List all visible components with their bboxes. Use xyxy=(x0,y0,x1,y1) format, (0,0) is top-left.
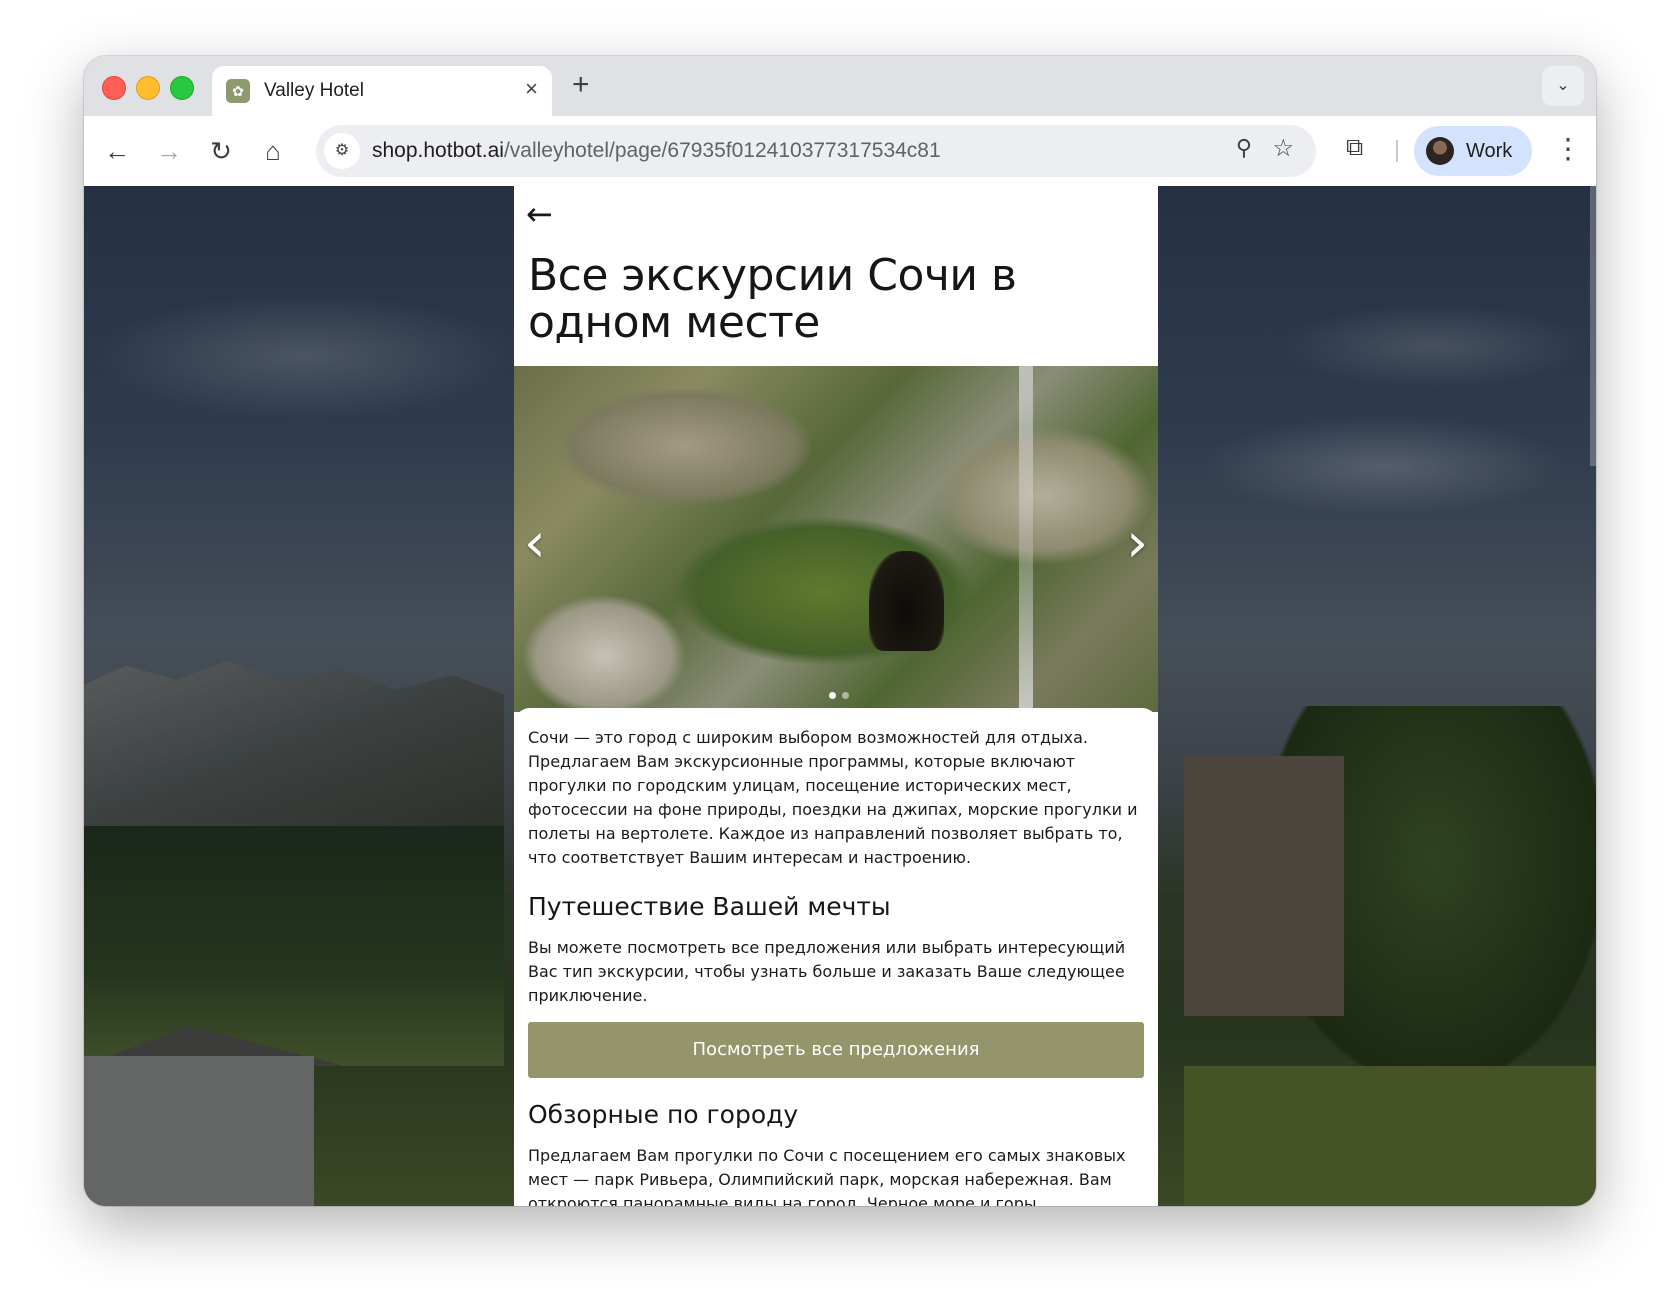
view-all-offers-button[interactable]: Посмотреть все предложения xyxy=(528,1022,1144,1078)
forward-arrow-icon[interactable]: → xyxy=(152,134,186,168)
extensions-puzzle-icon[interactable]: ⧉ xyxy=(1346,134,1363,162)
valley-hotel-favicon-icon: ✿ xyxy=(226,79,250,103)
content-card: Сочи — это город с широким выбором возмо… xyxy=(514,708,1158,1206)
home-icon[interactable]: ⌂ xyxy=(256,134,290,168)
reload-icon[interactable]: ↻ xyxy=(204,134,238,168)
url-host: shop.hotbot.ai xyxy=(372,139,504,162)
tab-title: Valley Hotel xyxy=(264,80,364,101)
section-text-city-tours: Предлагаем Вам прогулки по Сочи с посеще… xyxy=(528,1146,1126,1206)
content-panel: ← Все экскурсии Сочи в одном месте ‹ › С… xyxy=(514,186,1158,1206)
tab-valley-hotel[interactable]: ✿ Valley Hotel × xyxy=(212,66,552,116)
tab-close-icon[interactable]: × xyxy=(525,76,538,102)
zoom-magnifier-icon[interactable]: ⚲ xyxy=(1236,135,1252,161)
section-title-city-tours: Обзорные по городу xyxy=(528,1100,799,1129)
bookmark-star-icon[interactable]: ☆ xyxy=(1272,134,1294,163)
intro-paragraph: Сочи — это город с широким выбором возмо… xyxy=(528,728,1138,867)
avatar xyxy=(1426,137,1454,165)
toolbar-divider xyxy=(1396,140,1398,162)
carousel-next-chevron-icon[interactable]: › xyxy=(1126,516,1148,570)
site-settings-tune-icon[interactable]: ⚙ xyxy=(324,133,360,169)
back-arrow-icon[interactable]: ← xyxy=(100,134,134,168)
url-path: /valleyhotel/page/67935f012410377317534c… xyxy=(503,139,941,162)
profile-button[interactable]: Work xyxy=(1414,126,1532,176)
minimize-window-button[interactable] xyxy=(136,76,160,100)
carousel-prev-chevron-icon[interactable]: ‹ xyxy=(524,516,546,570)
profile-label: Work xyxy=(1466,140,1513,162)
image-carousel[interactable]: ‹ › xyxy=(514,366,1158,712)
new-tab-button[interactable]: + xyxy=(572,68,590,102)
page-scrollbar[interactable] xyxy=(1590,186,1596,466)
back-arrow-icon[interactable]: ← xyxy=(526,194,553,234)
section-title-dream-trip: Путешествие Вашей мечты xyxy=(528,892,891,921)
carousel-dot-1[interactable] xyxy=(829,692,836,699)
browser-toolbar: ← → ↻ ⌂ ⚙ shop.hotbot.ai/valleyhotel/pag… xyxy=(84,116,1596,186)
tab-strip: ✿ Valley Hotel × + ⌄ xyxy=(84,56,1596,116)
url-text[interactable]: shop.hotbot.ai/valleyhotel/page/67935f01… xyxy=(372,139,941,163)
page-title: Все экскурсии Сочи в одном месте xyxy=(528,250,1017,348)
section-text-dream-trip: Вы можете посмотреть все предложения или… xyxy=(528,938,1126,1005)
close-window-button[interactable] xyxy=(102,76,126,100)
address-bar[interactable]: ⚙ shop.hotbot.ai/valleyhotel/page/67935f… xyxy=(316,125,1316,177)
carousel-dot-2[interactable] xyxy=(842,692,849,699)
carousel-pagination xyxy=(826,684,852,703)
tab-search-chevron-down-icon[interactable]: ⌄ xyxy=(1542,66,1584,106)
page-viewport: ← Все экскурсии Сочи в одном месте ‹ › С… xyxy=(84,186,1596,1206)
maximize-window-button[interactable] xyxy=(170,76,194,100)
more-menu-kebab-icon[interactable]: ⋮ xyxy=(1554,132,1582,166)
browser-window: ✿ Valley Hotel × + ⌄ ← → ↻ ⌂ ⚙ shop.hotb… xyxy=(84,56,1596,1206)
